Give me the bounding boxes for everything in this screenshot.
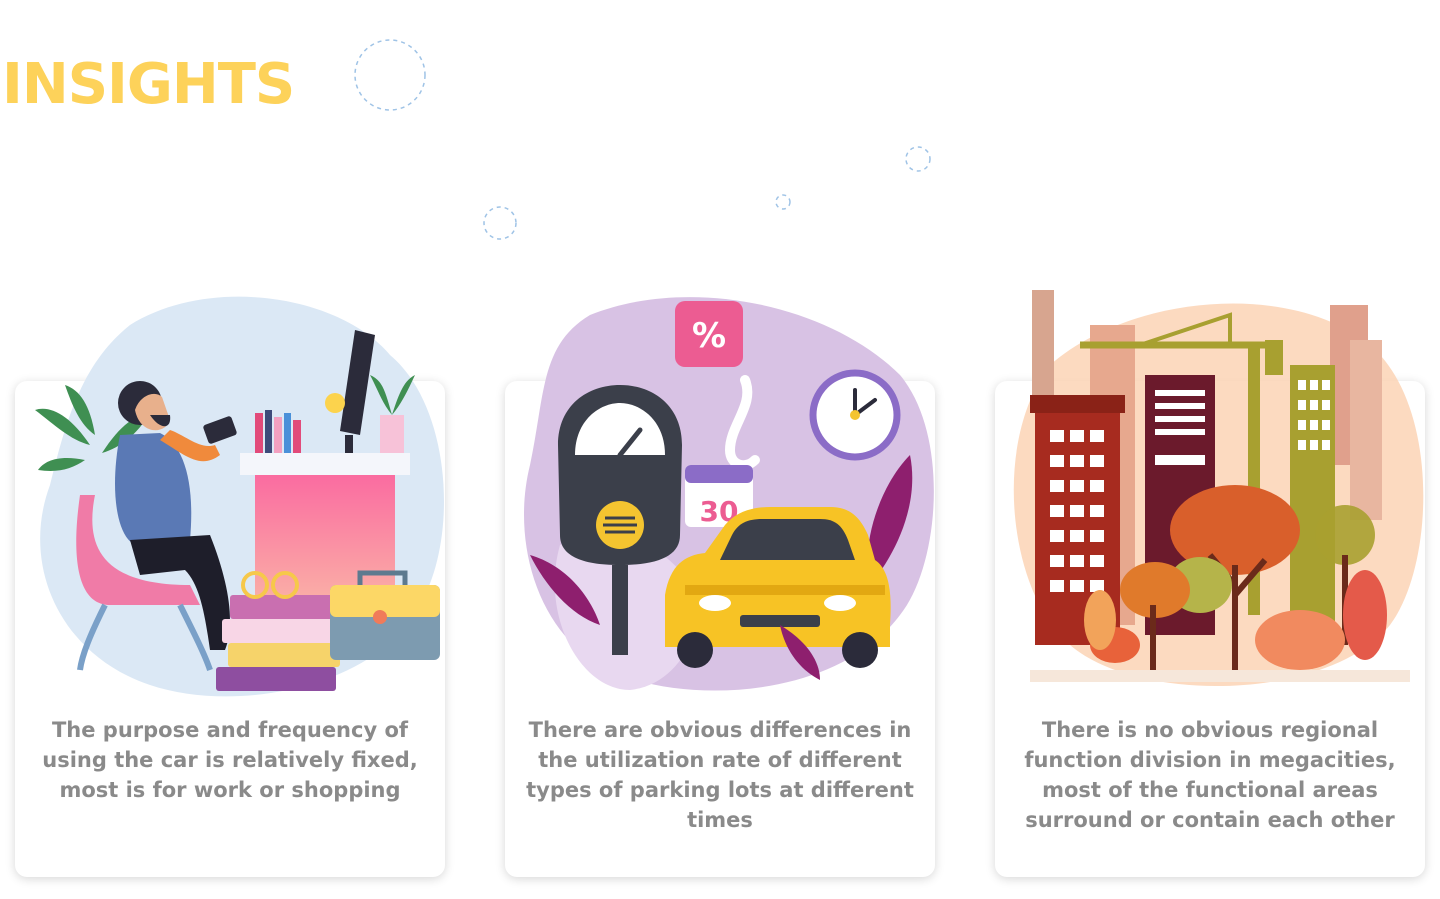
person-at-desk-icon	[35, 296, 444, 697]
insight-card-parking-text: There are obvious differences in the uti…	[526, 718, 914, 832]
insight-card-usage-text: The purpose and frequency of using the c…	[42, 718, 418, 802]
insight-card-city-text: There is no obvious regional function di…	[1024, 718, 1396, 832]
percent-badge: %	[692, 316, 726, 356]
city-buildings-icon	[1013, 290, 1424, 687]
parking-meter-car-icon: % 30	[524, 297, 934, 691]
decorative-circles	[354, 39, 931, 240]
